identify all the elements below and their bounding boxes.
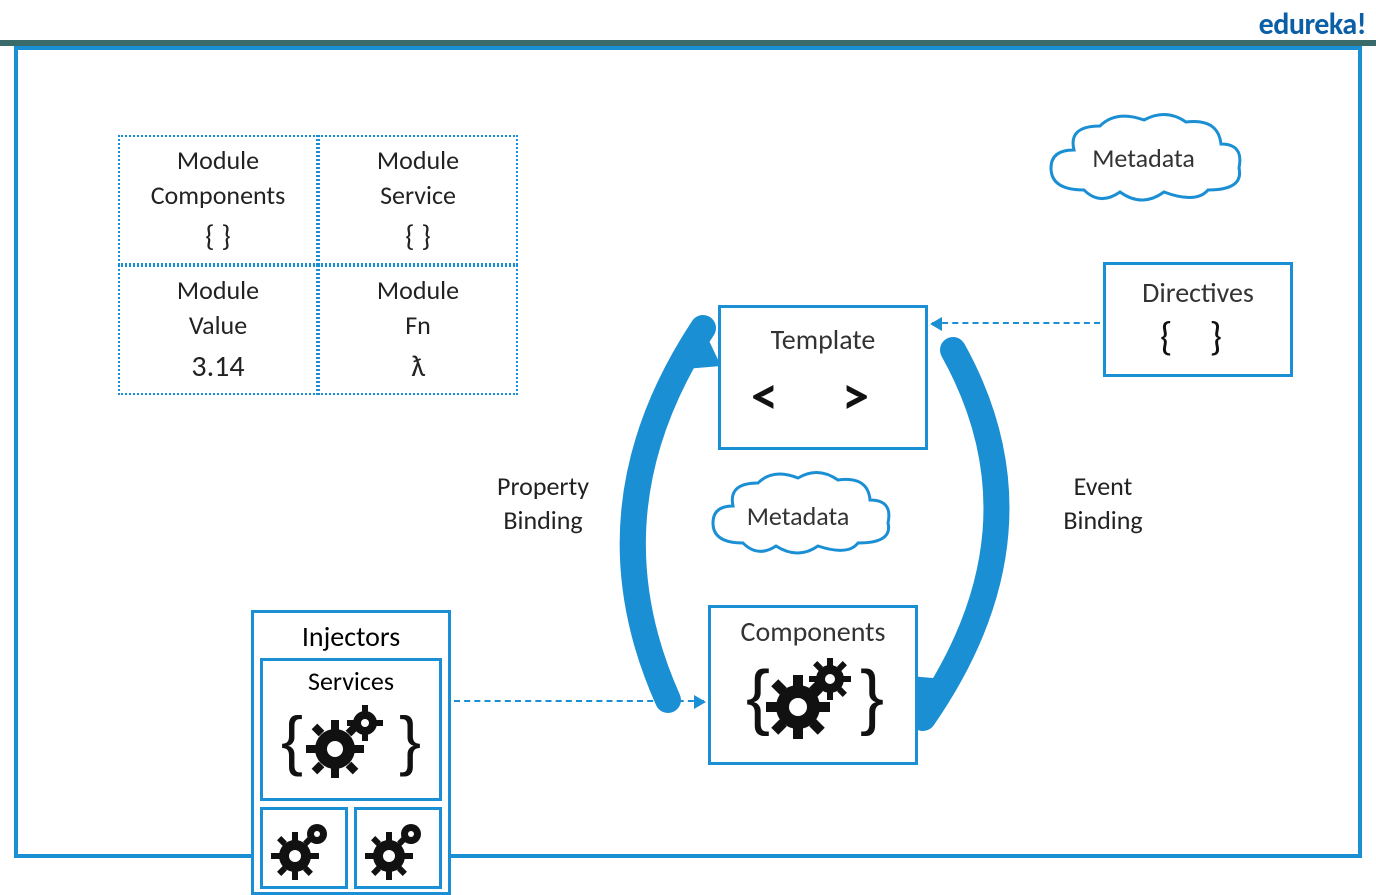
module-fn-line1: Module (377, 273, 459, 308)
injector-slot-2 (354, 807, 442, 889)
module-components-symbol: { } (205, 217, 231, 258)
module-grid: Module Components { } Module Service { }… (118, 135, 520, 395)
svg-text:{: { (281, 703, 303, 777)
injectors-box: Injectors Services { } (251, 610, 451, 895)
gears-icon (359, 814, 437, 882)
directives-symbol: { } (1106, 312, 1290, 361)
module-value-line2: Value (189, 308, 247, 343)
module-components-line1: Module (177, 143, 259, 178)
metadata-top-label: Metadata (1036, 142, 1251, 174)
property-binding-label: Property Binding (483, 470, 603, 538)
gears-icon: { } (738, 649, 888, 749)
module-fn-line2: Fn (405, 308, 431, 343)
module-value-symbol: 3.14 (191, 347, 244, 388)
metadata-center-label: Metadata (698, 500, 898, 532)
services-label: Services (265, 665, 437, 697)
module-service-box: Module Service { } (318, 135, 518, 265)
module-fn-box: Module Fn ƛ (318, 265, 518, 395)
components-label: Components (711, 614, 915, 649)
injector-slot-1 (260, 807, 348, 889)
diagram-frame: Module Components { } Module Service { }… (14, 46, 1362, 858)
gears-icon: { } (275, 697, 427, 787)
services-box: Services { } (260, 658, 442, 801)
template-box: Template < > (718, 305, 928, 450)
template-symbol: < > (721, 363, 925, 429)
module-value-line1: Module (177, 273, 259, 308)
injectors-title: Injectors (260, 619, 442, 654)
module-service-symbol: { } (405, 217, 431, 258)
template-label: Template (721, 322, 925, 357)
module-value-box: Module Value 3.14 (118, 265, 318, 395)
svg-text:}: } (399, 703, 421, 777)
module-service-line1: Module (377, 143, 459, 178)
svg-text:{: { (746, 657, 770, 737)
module-components-box: Module Components { } (118, 135, 318, 265)
svg-text:}: } (860, 657, 884, 737)
metadata-cloud-center: Metadata (698, 468, 898, 563)
module-service-line2: Service (380, 178, 456, 213)
directives-box: Directives { } (1103, 262, 1293, 377)
module-components-line2: Components (151, 178, 286, 213)
gears-icon (265, 814, 343, 882)
metadata-cloud-top: Metadata (1036, 110, 1251, 210)
brand-logo: edureka! (1259, 6, 1366, 43)
arrow-injectors-to-components (454, 700, 704, 702)
arrow-directives-to-template (932, 322, 1100, 324)
event-binding-label: Event Binding (1048, 470, 1158, 538)
components-box: Components { } (708, 605, 918, 765)
directives-label: Directives (1106, 275, 1290, 310)
module-fn-symbol: ƛ (411, 347, 425, 388)
